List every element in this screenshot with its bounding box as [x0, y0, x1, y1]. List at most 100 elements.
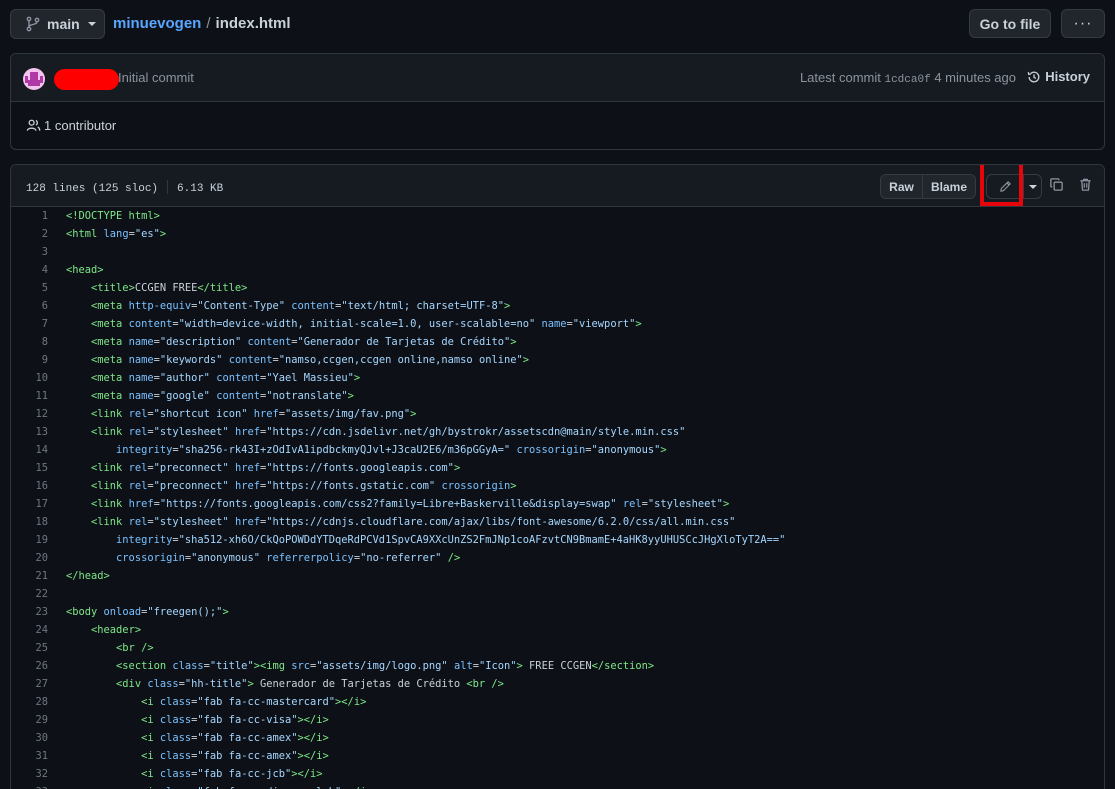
breadcrumb-file: index.html — [215, 15, 291, 32]
commit-message[interactable]: Initial commit — [118, 70, 194, 85]
code-line: 29 <i class="fab fa-cc-visa"></i> — [11, 711, 1104, 729]
code-text: <body onload="freegen();"> — [66, 606, 229, 618]
line-number[interactable]: 30 — [11, 732, 48, 744]
code-text: <link rel="preconnect" href="https://fon… — [91, 462, 461, 474]
trash-icon[interactable] — [1078, 177, 1093, 192]
line-number[interactable]: 12 — [11, 408, 48, 420]
code-text: <i class="fab fa-cc-visa"></i> — [141, 714, 329, 726]
code-line: 30 <i class="fab fa-cc-amex"></i> — [11, 729, 1104, 747]
line-number[interactable]: 11 — [11, 390, 48, 402]
line-number[interactable]: 1 — [11, 210, 48, 222]
line-number[interactable]: 31 — [11, 750, 48, 762]
line-number[interactable]: 20 — [11, 552, 48, 564]
edit-dropdown-button[interactable] — [1024, 175, 1041, 198]
code-text: <meta name="google" content="notranslate… — [91, 390, 354, 402]
blame-button[interactable]: Blame — [923, 175, 975, 198]
code-text: </head> — [66, 570, 110, 582]
line-number[interactable]: 17 — [11, 498, 48, 510]
code-line: 10 <meta name="author" content="Yael Mas… — [11, 369, 1104, 387]
highlight-box — [980, 165, 1023, 206]
line-number[interactable]: 8 — [11, 336, 48, 348]
line-number[interactable]: 10 — [11, 372, 48, 384]
code-line: 28 <i class="fab fa-cc-mastercard"></i> — [11, 693, 1104, 711]
code-line: 9 <meta name="keywords" content="namso,c… — [11, 351, 1104, 369]
go-to-file-button[interactable]: Go to file — [969, 9, 1051, 38]
line-number[interactable]: 15 — [11, 462, 48, 474]
commit-time: 4 minutes ago — [934, 70, 1016, 85]
code-text: <html lang="es"> — [66, 228, 167, 240]
code-line: 13 <link rel="stylesheet" href="https://… — [11, 423, 1104, 441]
line-number[interactable]: 6 — [11, 300, 48, 312]
code-line: 16 <link rel="preconnect" href="https://… — [11, 477, 1104, 495]
latest-commit-label: Latest commit — [799, 70, 881, 85]
code-text: <head> — [66, 264, 104, 276]
chevron-down-icon — [1028, 184, 1037, 189]
line-number[interactable]: 25 — [11, 642, 48, 654]
line-number[interactable]: 26 — [11, 660, 48, 672]
file-size: 6.13 KB — [177, 183, 224, 195]
code-text: crossorigin="anonymous" referrerpolicy="… — [116, 552, 461, 564]
chevron-down-icon — [87, 22, 96, 26]
code-text: <meta name="keywords" content="namso,ccg… — [91, 354, 530, 366]
line-number[interactable]: 32 — [11, 768, 48, 780]
line-number[interactable]: 13 — [11, 426, 48, 438]
code-text: integrity="sha512-xh6O/CkQoPOWDdYTDqeRdP… — [116, 534, 786, 546]
copy-icon[interactable] — [1049, 177, 1064, 192]
code-line: 32 <i class="fab fa-cc-jcb"></i> — [11, 765, 1104, 783]
raw-button[interactable]: Raw — [881, 175, 923, 198]
line-number[interactable]: 22 — [11, 588, 48, 600]
code-text: <meta name="author" content="Yael Massie… — [91, 372, 361, 384]
line-number[interactable]: 5 — [11, 282, 48, 294]
code-line: 7 <meta content="width=device-width, ini… — [11, 315, 1104, 333]
code-text: <link rel="stylesheet" href="https://cdn… — [91, 516, 736, 528]
code-line: 17 <link href="https://fonts.googleapis.… — [11, 495, 1104, 513]
code-line: 12 <link rel="shortcut icon" href="asset… — [11, 405, 1104, 423]
avatar[interactable] — [23, 68, 45, 90]
commit-sha[interactable]: 1cdca0f — [884, 74, 930, 86]
line-number[interactable]: 16 — [11, 480, 48, 492]
line-number[interactable]: 27 — [11, 678, 48, 690]
line-number[interactable]: 9 — [11, 354, 48, 366]
history-link[interactable]: History — [1027, 69, 1090, 84]
code-line: 20 crossorigin="anonymous" referrerpolic… — [11, 549, 1104, 567]
code-text: <i class="fab fa-cc-amex"></i> — [141, 750, 329, 762]
history-label: History — [1045, 69, 1090, 84]
line-number[interactable]: 23 — [11, 606, 48, 618]
code-line: 15 <link rel="preconnect" href="https://… — [11, 459, 1104, 477]
breadcrumb-repo-link[interactable]: minuevogen — [113, 15, 201, 32]
branch-select-button[interactable]: main — [10, 9, 105, 39]
line-number[interactable]: 4 — [11, 264, 48, 276]
redacted-author — [54, 69, 119, 90]
code-text: <link href="https://fonts.googleapis.com… — [91, 498, 730, 510]
code-text: <i class="fab fa-cc-amex"></i> — [141, 732, 329, 744]
line-number[interactable]: 18 — [11, 516, 48, 528]
code-line: 31 <i class="fab fa-cc-amex"></i> — [11, 747, 1104, 765]
people-icon — [26, 119, 41, 131]
file-info: 128 lines (125 sloc) 6.13 KB — [26, 180, 223, 195]
code-text: <!DOCTYPE html> — [66, 210, 160, 222]
contributors[interactable]: 1 contributor — [26, 118, 116, 133]
code-line: 27 <div class="hh-title"> Generador de T… — [11, 675, 1104, 693]
line-number[interactable]: 7 — [11, 318, 48, 330]
line-number[interactable]: 24 — [11, 624, 48, 636]
line-number[interactable]: 29 — [11, 714, 48, 726]
code-view: 1 <!DOCTYPE html> 2 <html lang="es"> 3 4 <head… — [11, 207, 1104, 789]
line-number[interactable]: 28 — [11, 696, 48, 708]
kebab-icon[interactable]: ··· — [1061, 9, 1105, 38]
raw-blame-group: Raw Blame — [880, 174, 976, 199]
git-branch-icon — [26, 16, 40, 32]
line-number[interactable]: 21 — [11, 570, 48, 582]
code-line: 22 — [11, 585, 1104, 603]
code-line: 19 integrity="sha512-xh6O/CkQoPOWDdYTDqe… — [11, 531, 1104, 549]
file-navigation: main minuevogen / index.html Go to file ··… — [10, 9, 1105, 39]
code-text: <section class="title"><img src="assets/… — [116, 660, 655, 672]
line-number[interactable]: 19 — [11, 534, 48, 546]
line-number[interactable]: 3 — [11, 246, 48, 258]
line-number[interactable]: 14 — [11, 444, 48, 456]
code-line: 33 <i class="fab fa-cc-diners-club"></i> — [11, 783, 1104, 789]
code-text: <link rel="shortcut icon" href="assets/i… — [91, 408, 417, 420]
commit-meta: Latest commit 1cdca0f 4 minutes ago — [800, 70, 1016, 86]
line-number[interactable]: 2 — [11, 228, 48, 240]
code-text: <br /> — [116, 642, 154, 654]
code-text: <link rel="preconnect" href="https://fon… — [91, 480, 517, 492]
